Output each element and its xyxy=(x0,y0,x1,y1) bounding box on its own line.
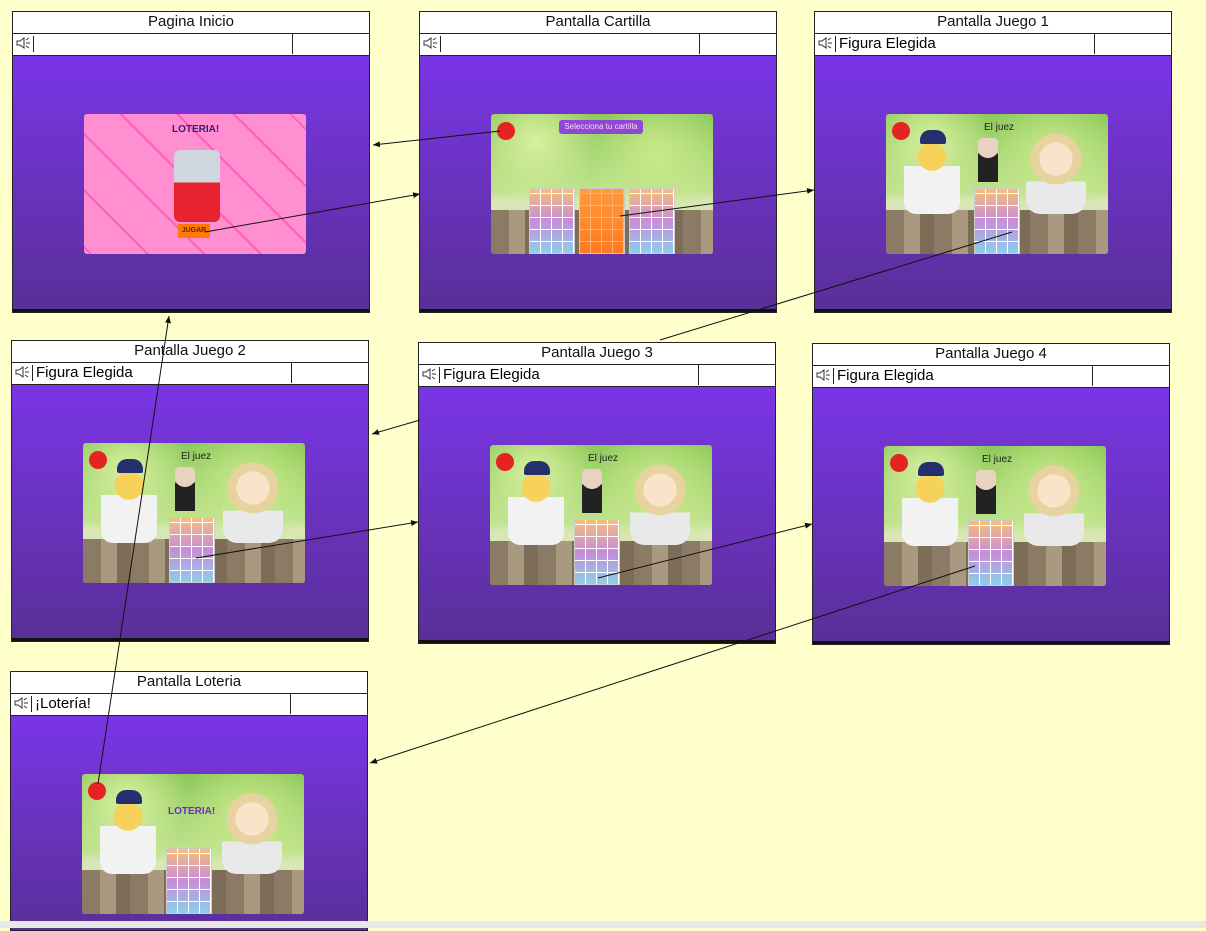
screen-thumbnail[interactable]: LOTERIA! xyxy=(82,774,304,914)
cartilla-card[interactable] xyxy=(529,188,575,254)
screen-bar-text: ¡Lotería! xyxy=(33,694,291,714)
speaker-icon[interactable] xyxy=(15,36,34,52)
jaguar-character xyxy=(101,459,157,543)
back-button[interactable] xyxy=(497,122,515,140)
speaker-icon[interactable] xyxy=(421,367,440,383)
screen-bar-text xyxy=(442,34,700,54)
jugar-button[interactable]: JUGAR xyxy=(178,224,210,238)
status-strip xyxy=(0,921,1206,928)
speaker-icon[interactable] xyxy=(422,36,441,52)
screen-toolbar: Figura Elegida xyxy=(813,366,1169,389)
screen-title: Pagina Inicio xyxy=(13,12,369,34)
screen-pantalla-loteria: Pantalla Loteria ¡Lotería! LOTERIA! xyxy=(10,671,368,931)
caller-figure xyxy=(582,469,602,513)
screen-title: Pantalla Juego 4 xyxy=(813,344,1169,366)
screen-bar-text: Figura Elegida xyxy=(441,365,699,385)
speaker-icon[interactable] xyxy=(815,368,834,384)
select-card-prompt: Selecciona tu cartilla xyxy=(559,120,643,134)
screen-pantalla-juego-4: Pantalla Juego 4 Figura Elegida El juez xyxy=(812,343,1170,645)
girl-character xyxy=(1024,460,1084,546)
speaker-icon[interactable] xyxy=(13,696,32,712)
caller-label: El juez xyxy=(982,454,1013,465)
screen-toolbar: Figura Elegida xyxy=(12,363,368,386)
screen-bar-text: Figura Elegida xyxy=(34,363,292,383)
player-card[interactable] xyxy=(166,848,212,914)
arrow-juego1-to-juego2-b xyxy=(371,419,421,435)
screen-thumbnail[interactable]: El juez xyxy=(886,114,1108,254)
caller-label: El juez xyxy=(984,122,1015,133)
screen-body: El juez xyxy=(815,56,1171,312)
screen-title: Pantalla Juego 2 xyxy=(12,341,368,363)
screen-toolbar: Figura Elegida xyxy=(815,34,1171,57)
screen-thumbnail[interactable]: El juez xyxy=(83,443,305,583)
screen-toolbar xyxy=(420,34,776,57)
screen-pantalla-cartilla: Pantalla Cartilla Selecciona tu cartilla xyxy=(419,11,777,313)
caller-figure xyxy=(175,467,195,511)
screen-title: Pantalla Juego 1 xyxy=(815,12,1171,34)
screen-body: El juez xyxy=(419,387,775,643)
caller-figure xyxy=(978,138,998,182)
jaguar-character xyxy=(100,790,156,874)
jaguar-character xyxy=(508,461,564,545)
speaker-icon[interactable] xyxy=(14,365,33,381)
loteria-banner: LOTERIA! xyxy=(168,806,216,817)
player-card[interactable] xyxy=(169,517,215,583)
screen-toolbar xyxy=(13,34,369,57)
screen-toolbar: Figura Elegida xyxy=(419,365,775,388)
player-card[interactable] xyxy=(574,519,620,585)
caller-label: El juez xyxy=(181,451,212,462)
screen-thumbnail[interactable]: El juez xyxy=(490,445,712,585)
screen-bar-text: Figura Elegida xyxy=(835,366,1093,386)
screen-body: El juez xyxy=(813,388,1169,644)
screen-body: Selecciona tu cartilla xyxy=(420,56,776,312)
girl-character xyxy=(630,459,690,545)
screen-thumbnail[interactable]: Selecciona tu cartilla xyxy=(491,114,713,254)
screen-body: LOTERIA! JUGAR xyxy=(13,56,369,312)
screen-body: LOTERIA! xyxy=(11,716,367,930)
screen-bar-text xyxy=(35,34,293,54)
thumb-title: LOTERIA! xyxy=(172,124,220,135)
girl-character xyxy=(1026,128,1086,214)
screen-pagina-inicio: Pagina Inicio LOTERIA! JUGAR xyxy=(12,11,370,313)
screen-title: Pantalla Cartilla xyxy=(420,12,776,34)
screen-bar-text: Figura Elegida xyxy=(837,34,1095,54)
cartilla-card-selected[interactable] xyxy=(579,188,625,254)
screen-toolbar: ¡Lotería! xyxy=(11,694,367,717)
screen-pantalla-juego-3: Pantalla Juego 3 Figura Elegida El juez xyxy=(418,342,776,644)
player-card[interactable] xyxy=(968,520,1014,586)
screen-pantalla-juego-1: Pantalla Juego 1 Figura Elegida El juez xyxy=(814,11,1172,313)
screen-thumbnail[interactable]: LOTERIA! JUGAR xyxy=(84,114,306,254)
robot-figure xyxy=(174,150,220,222)
screen-pantalla-juego-2: Pantalla Juego 2 Figura Elegida El juez xyxy=(11,340,369,642)
player-card[interactable] xyxy=(974,188,1020,254)
screen-title: Pantalla Juego 3 xyxy=(419,343,775,365)
caller-figure xyxy=(976,470,996,514)
jaguar-character xyxy=(904,130,960,214)
cartilla-card[interactable] xyxy=(629,188,675,254)
caller-label: El juez xyxy=(588,453,619,464)
speaker-icon[interactable] xyxy=(817,36,836,52)
screen-body: El juez xyxy=(12,385,368,641)
girl-character xyxy=(223,457,283,543)
girl-character xyxy=(222,788,282,874)
screen-title: Pantalla Loteria xyxy=(11,672,367,694)
screen-thumbnail[interactable]: El juez xyxy=(884,446,1106,586)
jaguar-character xyxy=(902,462,958,546)
